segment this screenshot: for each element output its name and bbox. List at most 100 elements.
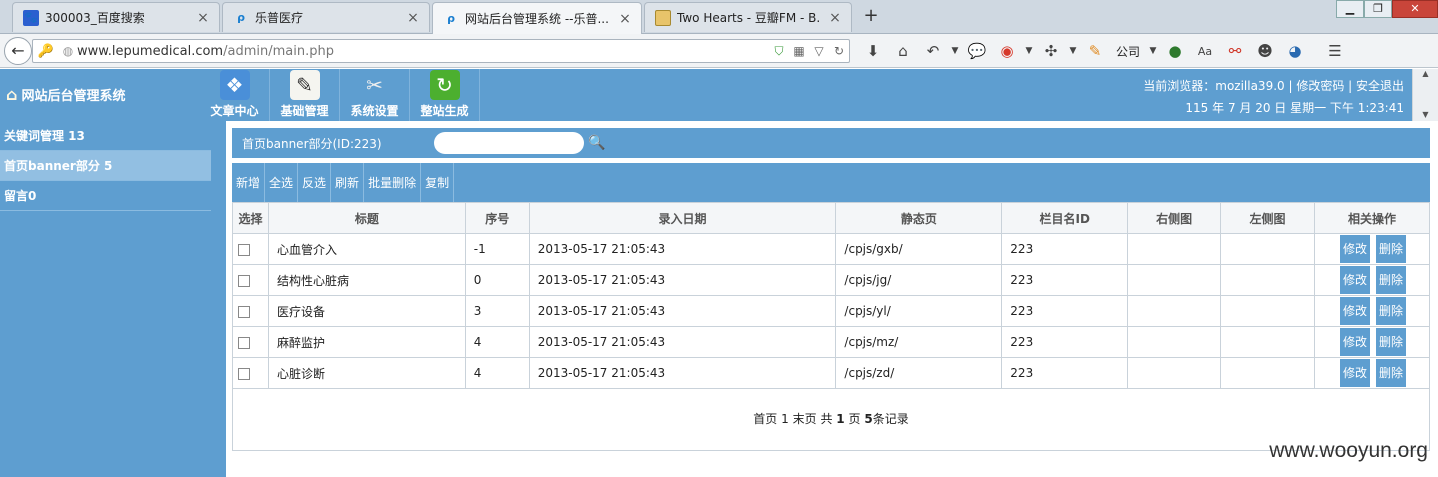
pager-last-link[interactable]: 末页	[793, 412, 817, 426]
header-user-info: 当前浏览器：mozilla39.0 | 修改密码 | 安全退出 115 年 7 …	[1143, 75, 1404, 119]
url-host: www.lepumedical.com	[77, 43, 224, 59]
chat-icon[interactable]: ☻	[1250, 42, 1280, 60]
add-button[interactable]: 新增	[232, 163, 266, 203]
delete-button[interactable]: 删除	[1376, 328, 1406, 356]
close-icon[interactable]: ×	[405, 10, 421, 26]
tab-label: 300003_百度搜索	[45, 11, 145, 25]
cell-title: 麻醉监护	[267, 326, 466, 358]
nav-basic-management[interactable]: ✎ 基础管理	[270, 69, 340, 121]
minimize-icon[interactable]: ▁	[1336, 0, 1364, 18]
browser-tab-douban[interactable]: Two Hearts - 豆瓣FM - B... ×	[644, 2, 852, 32]
dropdown-triangle-icon[interactable]: ▽	[809, 44, 829, 58]
share-icon[interactable]: ⚯	[1220, 42, 1250, 60]
invert-selection-button[interactable]: 反选	[298, 163, 332, 203]
shield-check-icon[interactable]: ⛉	[769, 44, 789, 59]
menu-icon[interactable]: ☰	[1320, 42, 1350, 60]
pagination: 首页 1 末页 共 1 页 5条记录	[232, 387, 1430, 451]
url-bar[interactable]: 🔑 ◍ www.lepumedical.com/admin/main.php ⛉…	[32, 39, 850, 63]
site-logo[interactable]: ⌂ 网站后台管理系统	[6, 85, 125, 104]
delete-button[interactable]: 删除	[1376, 297, 1406, 325]
sidebar: 关键词管理 13 首页banner部分 5 留言0	[0, 121, 226, 477]
home-icon[interactable]: ⌂	[888, 42, 918, 60]
edit-button[interactable]: 修改	[1340, 359, 1370, 387]
batch-delete-button[interactable]: 批量删除	[364, 163, 422, 203]
nav-system-settings[interactable]: ✂ 系统设置	[340, 69, 410, 121]
browser-tab-admin[interactable]: ρ 网站后台管理系统 --乐普... ×	[432, 2, 642, 34]
search-input[interactable]	[434, 132, 584, 154]
reader-icon[interactable]: Aa	[1190, 45, 1220, 58]
admin-header: ⌂ 网站后台管理系统 ❖ 文章中心 ✎ 基础管理 ✂ 系统设置 ↻ 整站生成 当…	[0, 69, 1412, 121]
cell-title: 医疗设备	[267, 295, 466, 327]
baidu-paw-icon: 🐾	[23, 9, 39, 26]
company-menu[interactable]: 公司	[1116, 43, 1140, 60]
undo-icon[interactable]: ↶	[918, 42, 948, 60]
edit-button[interactable]: 修改	[1340, 297, 1370, 325]
delete-button[interactable]: 删除	[1376, 235, 1406, 263]
pager-first-link[interactable]: 首页	[753, 412, 777, 426]
nav-article-center[interactable]: ❖ 文章中心	[200, 69, 270, 121]
pager-pages-word: 页	[848, 412, 861, 426]
close-icon[interactable]: ×	[195, 10, 211, 26]
close-icon[interactable]: ×	[617, 11, 633, 27]
browser-info[interactable]: 当前浏览器：mozilla39.0 | 修改密码 | 安全退出	[1143, 75, 1404, 97]
bug-icon[interactable]: ✣	[1036, 42, 1066, 60]
chevron-down-icon[interactable]: ▼	[1146, 46, 1160, 56]
chevron-down-icon[interactable]: ▼	[948, 46, 962, 56]
browser-nav-bar: ← 🔑 ◍ www.lepumedical.com/admin/main.php…	[0, 34, 1438, 68]
new-tab-button[interactable]: +	[858, 4, 884, 30]
edit-button[interactable]: 修改	[1340, 235, 1370, 263]
chevron-down-icon[interactable]: ▼	[1066, 46, 1080, 56]
cell-date: 2013-05-17 21:05:43	[528, 295, 837, 327]
select-all-button[interactable]: 全选	[265, 163, 299, 203]
cell-column-id: 223	[1001, 233, 1129, 265]
scroll-down-icon[interactable]: ▼	[1413, 110, 1438, 119]
delete-button[interactable]: 删除	[1376, 266, 1406, 294]
lepu-logo-icon: ρ	[237, 11, 245, 24]
key-icon[interactable]: 🔑	[33, 44, 59, 59]
download-icon[interactable]: ⬇	[858, 42, 888, 60]
sidebar-item-banner[interactable]: 首页banner部分 5	[0, 151, 211, 181]
edit-button[interactable]: 修改	[1340, 266, 1370, 294]
restore-icon[interactable]: ❐	[1364, 0, 1392, 18]
home-icon: ⌂	[6, 85, 18, 104]
row-checkbox[interactable]	[238, 336, 250, 349]
firebug-icon[interactable]: ✎	[1080, 42, 1110, 60]
globe-blue-icon[interactable]: ◕	[1280, 42, 1310, 60]
sidebar-item-keywords[interactable]: 关键词管理 13	[0, 121, 211, 151]
tab-label: Two Hearts - 豆瓣FM - B...	[677, 11, 821, 25]
url-text[interactable]: www.lepumedical.com/admin/main.php	[77, 44, 769, 59]
browser-tab-lepu[interactable]: ρ 乐普医疗 ×	[222, 2, 430, 32]
close-icon[interactable]: ×	[827, 10, 843, 26]
copy-button[interactable]: 复制	[421, 163, 455, 203]
search-icon[interactable]: 🔍	[588, 135, 605, 151]
cell-title: 心血管介入	[267, 233, 466, 265]
row-checkbox[interactable]	[238, 367, 250, 380]
tab-label: 乐普医疗	[255, 11, 304, 25]
back-arrow-icon[interactable]: ←	[4, 37, 32, 65]
reload-icon[interactable]: ↻	[829, 44, 849, 58]
browser-tab-baidu[interactable]: 🐾 300003_百度搜索 ×	[12, 2, 220, 32]
green-shield-icon[interactable]: ●	[1160, 42, 1190, 60]
edit-button[interactable]: 修改	[1340, 328, 1370, 356]
chevron-down-icon[interactable]: ▼	[1022, 46, 1036, 56]
article-center-icon: ❖	[219, 70, 250, 100]
weibo-icon[interactable]: ◉	[992, 42, 1022, 60]
page-scrollbar[interactable]: ▲ ▼	[1412, 69, 1438, 121]
sidebar-item-messages[interactable]: 留言0	[0, 181, 211, 211]
scroll-up-icon[interactable]: ▲	[1413, 69, 1438, 83]
window-close-icon[interactable]: ✕	[1392, 0, 1438, 18]
chat-bubble-icon[interactable]: 💬	[962, 42, 992, 60]
table-row: 心脏诊断 4 2013-05-17 21:05:43 /cpjs/zd/ 223…	[232, 357, 1430, 389]
nav-label: 文章中心	[210, 104, 259, 118]
cell-order: 4	[464, 357, 530, 389]
delete-button[interactable]: 删除	[1376, 359, 1406, 387]
qr-code-icon[interactable]: ▦	[789, 44, 809, 58]
row-checkbox[interactable]	[238, 274, 250, 287]
row-checkbox[interactable]	[238, 243, 250, 256]
nav-site-generate[interactable]: ↻ 整站生成	[410, 69, 480, 121]
top-navigation: ❖ 文章中心 ✎ 基础管理 ✂ 系统设置 ↻ 整站生成	[200, 69, 480, 121]
pager-total-prefix: 共	[820, 412, 833, 426]
lepu-logo-icon: ρ	[447, 12, 455, 25]
row-checkbox[interactable]	[238, 305, 250, 318]
refresh-button[interactable]: 刷新	[331, 163, 365, 203]
